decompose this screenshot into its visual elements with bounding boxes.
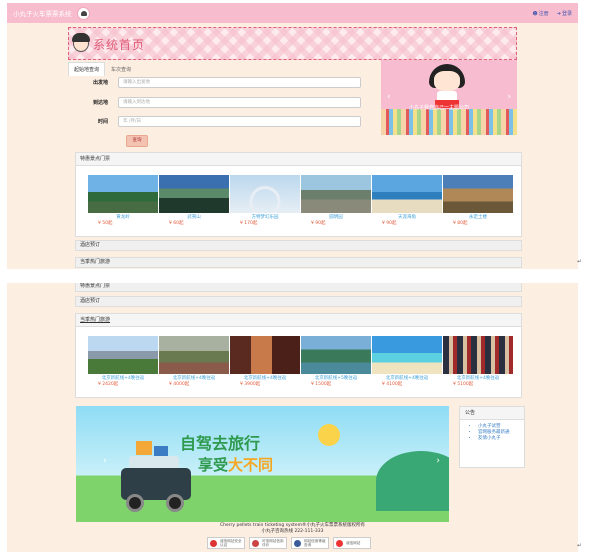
tickets-panel: 特惠景点门票 黄龙岭 ¥ 50起 武夷山 ¥ 60起 方特梦幻乐园 ¥ 170起… — [75, 152, 522, 237]
ticket-image — [372, 175, 442, 213]
ticket-item[interactable]: 天涯海角 ¥ 90起 — [372, 175, 442, 226]
tour-price: ¥ 3900起 — [240, 382, 261, 387]
notice-panel: 公告 小丸子试营 官网服务最新通 友情小丸子 — [459, 406, 525, 468]
ad-next-icon[interactable]: › — [436, 456, 440, 466]
ticket-price: ¥ 90起 — [311, 221, 326, 226]
time-label: 时间 — [97, 119, 108, 125]
hotel-section[interactable]: 酒店预订 — [75, 296, 522, 307]
page-title: 系统首页 — [93, 38, 146, 52]
trust-badges: 诚信网站安全认证 可信网站信用评价 网站信用等级查询 诚信网站 — [207, 537, 371, 549]
carousel-crowd — [381, 109, 517, 135]
tour-image — [443, 336, 513, 374]
register-link[interactable]: ➜登录 — [557, 10, 572, 17]
hotel-section[interactable]: 酒店预订 — [75, 240, 522, 251]
tour-price: ¥ 1500起 — [311, 382, 332, 387]
ad-subheadline: 享受大不同 — [198, 456, 274, 474]
ticket-price: ¥ 50起 — [98, 221, 113, 226]
ticket-item[interactable]: 圆明园 ¥ 90起 — [301, 175, 371, 226]
date-input[interactable]: 年 /月/日 — [118, 116, 361, 127]
wheel-icon — [126, 494, 144, 512]
footer: Cherry pellets train ticketing system®小丸… — [7, 523, 578, 535]
signin-icon: ➜ — [556, 10, 561, 17]
logo-icon — [76, 6, 90, 20]
tour-image — [372, 336, 442, 374]
trust-badge[interactable]: 诚信网站 — [333, 537, 371, 549]
brand-title[interactable]: 小丸子火车票票系统 — [13, 8, 72, 18]
tour-price: ¥ 4100起 — [382, 382, 403, 387]
ticket-item[interactable]: 黄龙岭 ¥ 50起 — [88, 175, 158, 226]
tour-item[interactable]: 北京新航线+4晚往返 ¥ 2420起 — [88, 336, 158, 387]
trust-badge[interactable]: 可信网站信用评价 — [249, 537, 287, 549]
arrive-input[interactable]: 请输入到达地 — [118, 97, 361, 108]
ad-prev-icon[interactable]: ‹ — [103, 456, 107, 466]
depart-input[interactable]: 请输入出发地 — [118, 77, 361, 88]
hotline-text: 小丸子咨询热线 222-111-333 — [261, 529, 324, 534]
tour-image — [88, 336, 158, 374]
arrive-label: 到达地 — [92, 100, 108, 106]
tour-item[interactable]: 北京新航线+4晚往返 ¥ 3900起 — [230, 336, 300, 387]
tour-price: ¥ 5100起 — [453, 382, 474, 387]
ticket-price: ¥ 80起 — [453, 221, 468, 226]
ticket-price: ¥ 60起 — [169, 221, 184, 226]
trust-badge[interactable]: 诚信网站安全认证 — [207, 537, 245, 549]
tour-item[interactable]: 北京新航线+4晚往返 ¥ 4000起 — [159, 336, 229, 387]
popular-tours-panel: 当季热门旅游 北京新航线+4晚往返 ¥ 2420起 北京新航线+4晚往返 ¥ 4… — [75, 313, 522, 398]
ticket-price: ¥ 90起 — [382, 221, 397, 226]
wheel-icon — [166, 494, 184, 512]
ticket-image — [230, 175, 300, 213]
carousel-next-icon[interactable]: › — [507, 92, 511, 102]
user-icon: ☻ — [532, 10, 538, 17]
tour-item[interactable]: 北京新航线+4晚往返 ¥ 5100起 — [443, 336, 513, 387]
popular-tours-section[interactable]: 当季热门旅游 — [75, 257, 522, 268]
tour-item[interactable]: 北京新航线+5晚往返 ¥ 1500起 — [301, 336, 371, 387]
luggage-icon — [136, 441, 152, 455]
ticket-price: ¥ 170起 — [240, 221, 258, 226]
luggage-icon — [154, 446, 168, 456]
ticket-image — [301, 175, 371, 213]
ticket-item[interactable]: 武夷山 ¥ 60起 — [159, 175, 229, 226]
hero-carousel: 小丸子我自自己一主题公司 ‹ › — [381, 60, 517, 135]
ad-headline: 自驾去旅行 — [180, 434, 261, 453]
popular-tours-title: 当季热门旅游 — [76, 314, 521, 327]
ticket-list: 黄龙岭 ¥ 50起 武夷山 ¥ 60起 方特梦幻乐园 ¥ 170起 圆明园 ¥ … — [76, 166, 521, 226]
tour-image — [230, 336, 300, 374]
carousel-caption: 小丸子我自自己一主题公司 — [409, 105, 470, 111]
tour-list: 北京新航线+4晚往返 ¥ 2420起 北京新航线+4晚往返 ¥ 4000起 北京… — [76, 327, 521, 387]
notice-item[interactable]: 友情小丸子 — [478, 436, 524, 442]
tour-item[interactable]: 北京新航线+4晚往返 ¥ 4100起 — [372, 336, 442, 387]
return-mark-icon: ↵ — [577, 258, 583, 265]
query-button[interactable]: 查询 — [126, 135, 148, 147]
tour-price: ¥ 4000起 — [169, 382, 190, 387]
page-screenshot-2: 特惠景点门票 酒店预订 当季热门旅游 北京新航线+4晚往返 ¥ 2420起 北京… — [7, 283, 578, 552]
ticket-item[interactable]: 永定土楼 ¥ 80起 — [443, 175, 513, 226]
sun-icon — [318, 424, 340, 446]
title-banner: 系统首页 — [68, 27, 517, 60]
tour-image — [301, 336, 371, 374]
tour-price: ¥ 2420起 — [98, 382, 119, 387]
notice-list: 小丸子试营 官网服务最新通 友情小丸子 — [460, 420, 524, 442]
tour-image — [159, 336, 229, 374]
page-screenshot-1: 小丸子火车票票系统 ☻注册 ➜登录 系统首页 起始地查询 车次查询 出发地 请输… — [7, 3, 578, 269]
ticket-image — [159, 175, 229, 213]
top-bar: 小丸子火车票票系统 ☻注册 ➜登录 — [7, 3, 578, 23]
ticket-item[interactable]: 方特梦幻乐园 ¥ 170起 — [230, 175, 300, 226]
tickets-panel-title: 特惠景点门票 — [76, 153, 521, 166]
login-link[interactable]: ☻注册 — [533, 10, 549, 17]
search-form: 出发地 请输入出发地 到达地 请输入到达地 时间 年 /月/日 查询 — [68, 73, 368, 153]
tickets-panel-cut[interactable]: 特惠景点门票 — [75, 283, 522, 292]
ad-banner[interactable]: 自驾去旅行 享受大不同 ‹ › — [76, 406, 449, 522]
carousel-prev-icon[interactable]: ‹ — [387, 92, 391, 102]
depart-label: 出发地 — [92, 80, 108, 86]
maruko-hair — [72, 33, 90, 42]
trust-badge[interactable]: 网站信用等级查询 — [291, 537, 329, 549]
ticket-image — [443, 175, 513, 213]
ticket-image — [88, 175, 158, 213]
return-mark-icon: ↵ — [577, 542, 583, 549]
notice-title: 公告 — [460, 407, 524, 420]
carousel-girl-face — [434, 71, 460, 91]
